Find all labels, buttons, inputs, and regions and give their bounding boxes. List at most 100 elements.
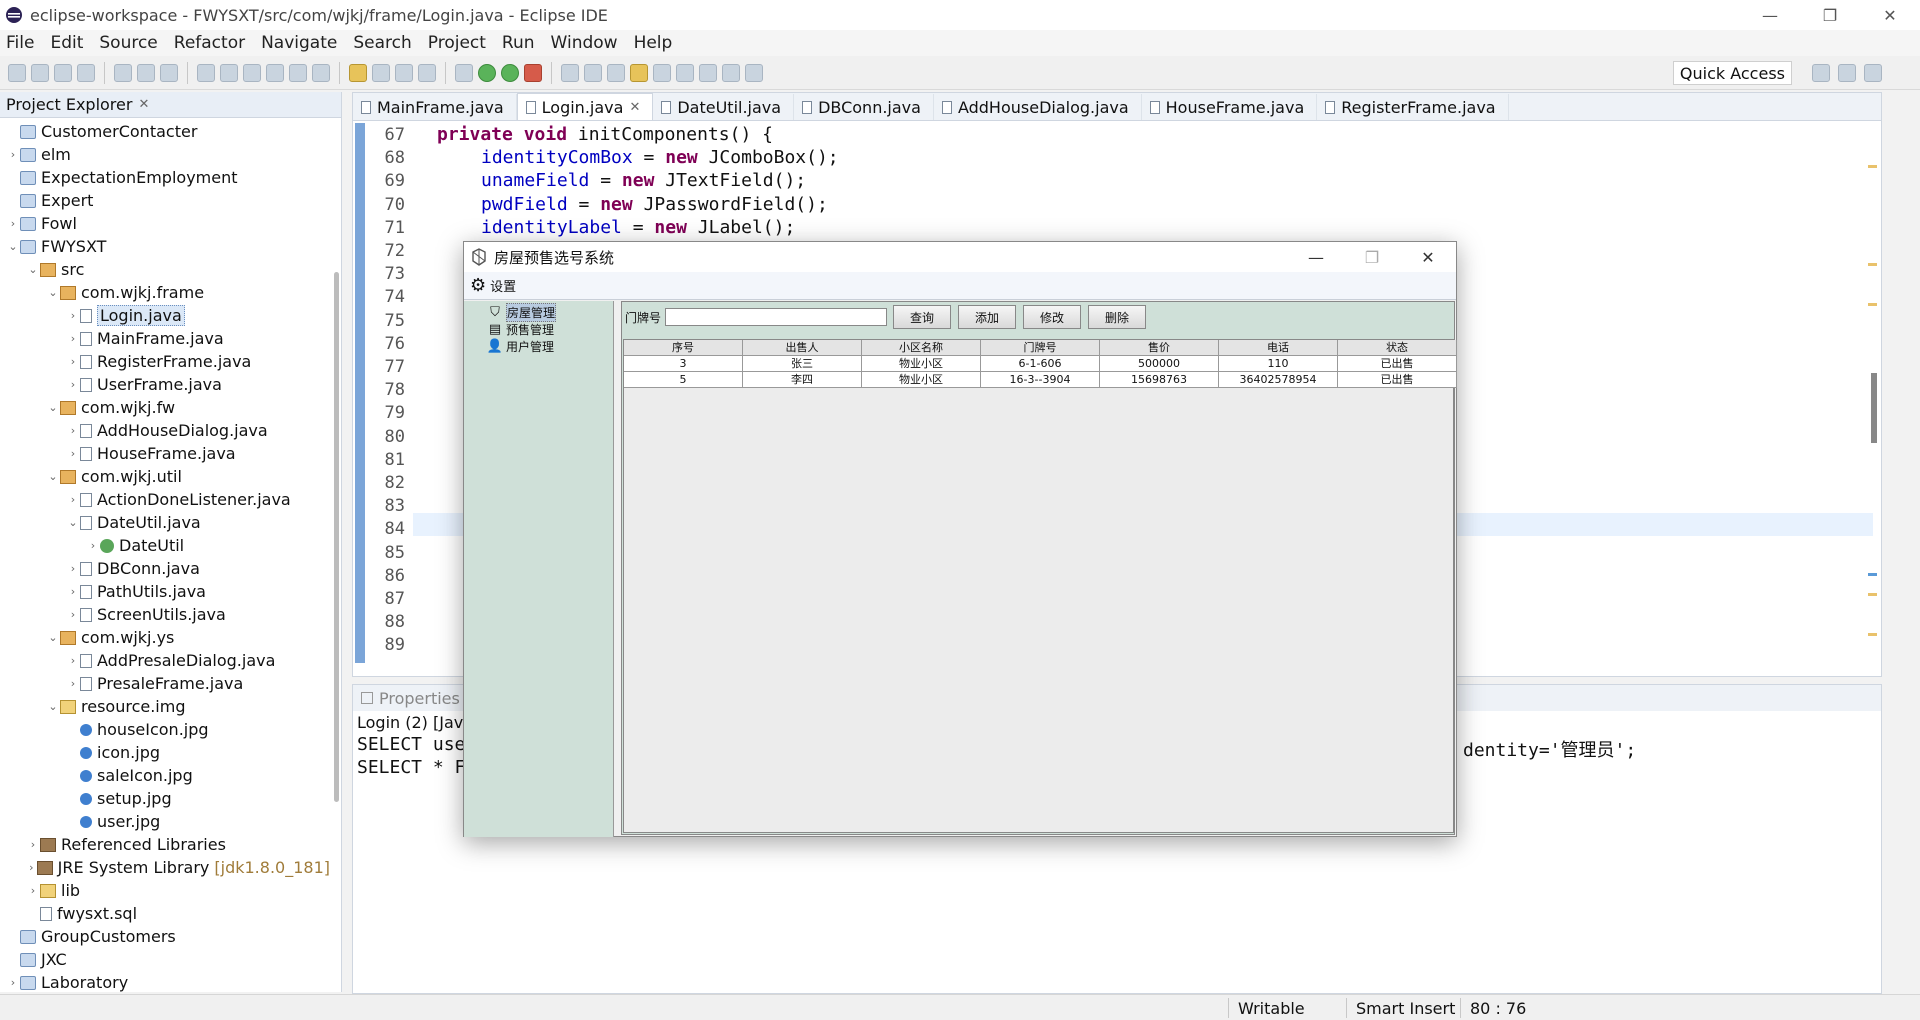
highlight-icon[interactable] [349,63,367,82]
close-button[interactable]: ✕ [1860,0,1920,30]
tree-item[interactable]: Expert [0,189,330,212]
tree-item[interactable]: ⌄ com.wjkj.ys [0,626,330,649]
collapse-icon[interactable]: ⌄ [26,263,40,276]
coverage-icon[interactable] [501,63,519,82]
tree-item[interactable]: › DBConn.java [0,557,330,580]
tree-item[interactable]: icon.jpg [0,741,330,764]
nav-item[interactable]: ▤ 预售管理 [464,321,613,338]
java-perspective-icon[interactable] [1838,64,1856,82]
collapse-icon[interactable]: ⌄ [66,516,80,529]
tree-item[interactable]: › Fowl [0,212,330,235]
previous-annotation-icon[interactable] [699,63,717,82]
quick-access-field[interactable]: Quick Access [1672,61,1792,85]
tree-item[interactable]: › MainFrame.java [0,327,330,350]
skip-breakpoints-icon[interactable] [160,63,178,82]
menu-refactor[interactable]: Refactor [174,33,245,53]
dialog-maximize-button[interactable]: ❐ [1344,242,1400,272]
query-button[interactable]: 查询 [893,305,952,329]
new-java-project-icon[interactable] [561,63,579,82]
maximize-button[interactable]: ❐ [1800,0,1860,30]
project-explorer-tab[interactable]: Project Explorer ✕ [0,92,341,118]
search-icon[interactable] [653,63,671,82]
column-header[interactable]: 出售人 [743,340,862,356]
tree-item[interactable]: › lib [0,879,330,902]
delete-button[interactable]: 删除 [1088,305,1147,329]
marker-icon[interactable] [372,63,390,82]
close-icon[interactable]: ✕ [138,97,149,112]
tree-item[interactable]: › Login.java [0,304,330,327]
tree-item[interactable]: › RegisterFrame.java [0,350,330,373]
editor-tab[interactable]: AddHouseDialog.java [934,94,1142,120]
edit-button[interactable]: 修改 [1023,305,1082,329]
debug-icon[interactable] [455,63,473,82]
collapse-icon[interactable]: ⌄ [46,470,60,483]
menu-source[interactable]: Source [99,33,157,53]
column-header[interactable]: 门牌号 [981,340,1100,356]
expand-icon[interactable]: › [66,424,80,437]
expand-icon[interactable]: › [66,677,80,690]
expand-icon[interactable]: › [6,976,20,989]
settings-icon[interactable] [114,63,132,82]
menu-window[interactable]: Window [551,33,618,53]
tree-item[interactable]: saleIcon.jpg [0,764,330,787]
new-class-icon[interactable] [607,63,625,82]
column-header[interactable]: 序号 [624,340,743,356]
tree-item[interactable]: ⌄ DateUtil.java [0,511,330,534]
tree-item[interactable]: ⌄ com.wjkj.frame [0,281,330,304]
back-icon[interactable] [722,63,740,82]
tree-item[interactable]: ⌄ FWYSXT [0,235,330,258]
external-tools-icon[interactable] [524,63,542,82]
tree-item[interactable]: user.jpg [0,810,330,833]
expand-icon[interactable]: › [66,654,80,667]
menu-edit[interactable]: Edit [50,33,83,53]
tree-item[interactable]: › PresaleFrame.java [0,672,330,695]
expand-icon[interactable]: › [86,539,100,552]
column-header[interactable]: 小区名称 [862,340,981,356]
add-button[interactable]: 添加 [958,305,1017,329]
expand-icon[interactable]: › [66,562,80,575]
expand-icon[interactable]: › [26,838,40,851]
open-perspective-icon[interactable] [1812,64,1830,82]
close-icon[interactable]: ✕ [629,100,640,115]
tree-item[interactable]: › DateUtil [0,534,330,557]
tree-item[interactable]: ⌄ resource.img [0,695,330,718]
expand-icon[interactable]: › [26,861,37,874]
terminate-icon[interactable] [243,63,261,82]
expand-icon[interactable]: › [66,447,80,460]
open-icon[interactable] [31,63,49,82]
forward-icon[interactable] [745,63,763,82]
new-icon[interactable] [8,63,26,82]
menu-help[interactable]: Help [634,33,673,53]
tree-item[interactable]: setup.jpg [0,787,330,810]
collapse-icon[interactable]: ⌄ [46,700,60,713]
expand-icon[interactable]: › [26,884,40,897]
settings-menu[interactable]: 设置 [490,276,516,295]
tree-item[interactable]: GroupCustomers [0,925,330,948]
open-type-icon[interactable] [630,63,648,82]
tree-item[interactable]: ⌄ src [0,258,330,281]
editor-tab[interactable]: DBConn.java [794,94,934,120]
column-header[interactable]: 状态 [1338,340,1457,356]
expand-icon[interactable]: › [66,355,80,368]
minimize-button[interactable]: — [1740,0,1800,30]
tree-item[interactable]: › ActionDoneListener.java [0,488,330,511]
tree-item[interactable]: ⌄ com.wjkj.util [0,465,330,488]
expand-icon[interactable]: › [6,148,20,161]
tree-item[interactable]: › Laboratory [0,971,330,994]
save-icon[interactable] [54,63,72,82]
collapse-icon[interactable]: ⌄ [6,240,20,253]
save-all-icon[interactable] [77,63,95,82]
expand-icon[interactable]: › [6,217,20,230]
menu-project[interactable]: Project [428,33,486,53]
expand-icon[interactable]: › [66,608,80,621]
door-number-input[interactable] [665,308,888,326]
tree-item[interactable]: › UserFrame.java [0,373,330,396]
new-package-icon[interactable] [584,63,602,82]
disconnect-icon[interactable] [266,63,284,82]
nav-item[interactable]: ⛉ 房屋管理 [464,303,613,322]
next-annotation-icon[interactable] [676,63,694,82]
editor-tab[interactable]: RegisterFrame.java [1317,94,1509,120]
tree-item[interactable]: › HouseFrame.java [0,442,330,465]
expand-icon[interactable]: › [66,493,80,506]
run-icon[interactable] [478,63,496,82]
